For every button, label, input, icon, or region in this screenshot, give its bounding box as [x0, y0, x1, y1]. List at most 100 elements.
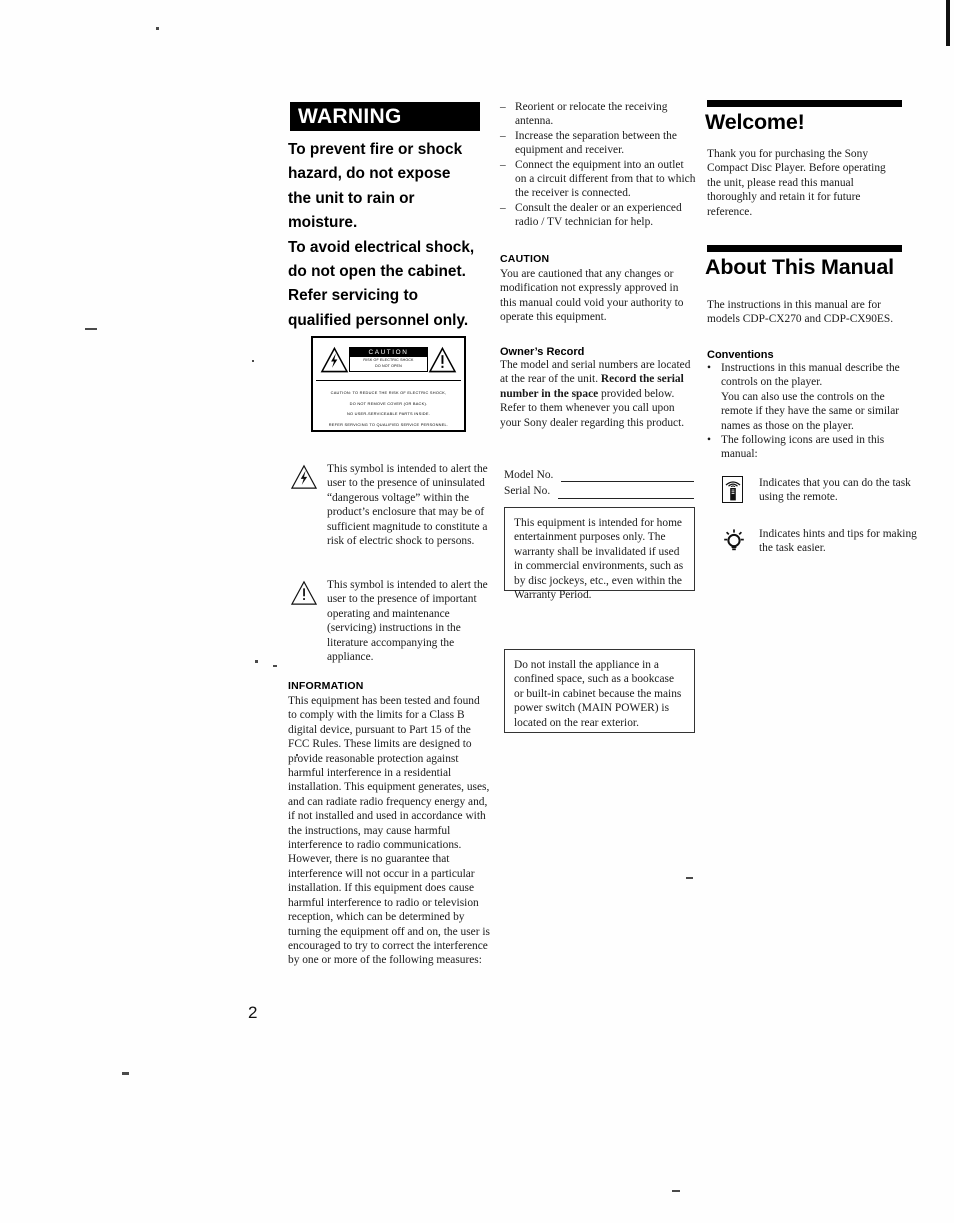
caution-label-bottom-text: CAUTION: TO REDUCE THE RISK OF ELECTRIC … [316, 381, 461, 430]
warning-title: WARNING [298, 105, 402, 128]
icon-wrapper [722, 527, 748, 560]
dash-marker: – [500, 101, 506, 113]
caution-word: CAUTION [349, 347, 428, 357]
icon-wrapper [290, 462, 318, 548]
installation-note-box: Do not install the appliance in a confin… [504, 649, 695, 733]
bullet-marker: • [707, 362, 711, 374]
list-item: – Increase the separation between the eq… [500, 129, 696, 158]
model-number-field[interactable]: Model No. [504, 468, 694, 483]
welcome-text: Thank you for purchasing the Sony Compac… [707, 148, 886, 218]
remedy-text: Consult the dealer or an experienced rad… [515, 201, 682, 229]
scan-speck [252, 360, 254, 362]
owners-record-section: Owner’s Record The model and serial numb… [500, 346, 696, 430]
model-number-label: Model No. [504, 469, 554, 481]
convention-continuation: You can also use the controls on the rem… [721, 390, 900, 432]
model-number-value[interactable] [561, 470, 694, 483]
icon-wrapper [722, 476, 748, 503]
conventions-list: • Instructions in this manual describe t… [707, 361, 902, 390]
convention-text: The following icons are used in this man… [721, 434, 885, 461]
owners-record-text: The model and serial numbers are located… [500, 358, 696, 430]
caution-heading: CAUTION [500, 253, 550, 265]
welcome-heading: Welcome! [705, 110, 805, 134]
serial-number-label: Serial No. [504, 485, 551, 498]
serial-number-field[interactable]: Serial No. [504, 484, 694, 499]
tip-icon-text: Indicates hints and tips for making the … [759, 528, 917, 555]
conventions-list-2: • The following icons are used in this m… [707, 433, 902, 462]
scan-speck [255, 660, 258, 663]
information-section: INFORMATION This equipment has been test… [288, 680, 490, 968]
scan-speck [273, 665, 277, 667]
dash-marker: – [500, 158, 506, 171]
caution-section: CAUTION You are cautioned that any chang… [500, 253, 696, 325]
caution-sub-line: DO NOT OPEN [375, 363, 402, 368]
list-item: • Instructions in this manual describe t… [707, 361, 902, 390]
lightning-bolt-triangle-icon [290, 464, 318, 489]
exclamation-triangle-icon [290, 580, 318, 605]
remote-icon-legend: Indicates that you can do the task using… [722, 476, 917, 505]
caution-sub-text: RISK OF ELECTRIC SHOCK DO NOT OPEN [350, 357, 427, 371]
warning-line: moisture. [288, 214, 358, 232]
list-item: • The following icons are used in this m… [707, 433, 902, 462]
scan-speck [85, 328, 97, 330]
icon-wrapper [290, 578, 318, 664]
about-manual-text: The instructions in this manual are for … [707, 299, 894, 326]
list-item: – Connect the equipment into an outlet o… [500, 158, 696, 201]
remedy-text: Reorient or relocate the receiving anten… [515, 101, 668, 128]
warning-line: To prevent fire or shock [288, 141, 463, 158]
remedy-text: Increase the separation between the equi… [515, 129, 677, 157]
serial-number-value[interactable] [558, 487, 694, 499]
scan-speck [672, 1190, 680, 1192]
record-fields: Model No. Serial No. [504, 466, 694, 499]
signal-waves-icon [725, 481, 740, 487]
warning-line: Refer servicing to [288, 287, 419, 305]
remote-icon-text: Indicates that you can do the task using… [759, 477, 911, 504]
warning-line: qualified personnel only. [288, 311, 469, 329]
remote-body-icon [729, 488, 736, 501]
convention-text: Instructions in this manual describe the… [721, 362, 900, 389]
bullet-marker: • [707, 434, 711, 447]
information-text: This equipment has been tested and found… [288, 695, 490, 967]
owners-record-heading: Owner’s Record [500, 346, 585, 358]
remedy-list: – Reorient or relocate the receiving ant… [500, 100, 696, 230]
warning-line: the unit to rain or [288, 189, 415, 207]
warning-text: To prevent fire or shock hazard, do not … [288, 138, 496, 333]
information-heading: INFORMATION [288, 680, 364, 692]
remote-control-icon [722, 476, 743, 503]
warranty-note-text: This equipment is intended for home ente… [514, 517, 684, 602]
installation-note-text: Do not install the appliance in a confin… [514, 659, 682, 729]
lightning-symbol-explanation: This symbol is intended to alert the use… [290, 462, 498, 548]
scanned-manual-page: WARNING To prevent fire or shock hazard,… [0, 0, 954, 1223]
conventions-heading: Conventions [707, 349, 774, 361]
warning-line: To avoid electrical shock, [288, 238, 475, 256]
exclamation-symbol-explanation: This symbol is intended to alert the use… [290, 578, 498, 664]
about-manual-heading: About This Manual [705, 255, 894, 279]
caution-label-graphic: CAUTION RISK OF ELECTRIC SHOCK DO NOT OP… [311, 336, 466, 432]
lightning-bolt-triangle-icon [320, 346, 349, 372]
dash-marker: – [500, 129, 506, 142]
caution-bottom-line: CAUTION: TO REDUCE THE RISK OF ELECTRIC … [330, 390, 447, 395]
lightbulb-tip-icon [724, 529, 744, 551]
caution-bottom-line: NO USER-SERVICEABLE PARTS INSIDE. [346, 411, 431, 417]
caution-bottom-line: REFER SERVICING TO QUALIFIED SERVICE PER… [328, 421, 449, 427]
lightning-symbol-text: This symbol is intended to alert the use… [327, 463, 488, 548]
warning-line: hazard, do not expose [288, 165, 451, 183]
caution-bottom-line: DO NOT REMOVE COVER (OR BACK). [349, 400, 428, 406]
remedy-text: Connect the equipment into an outlet on … [515, 158, 696, 200]
scan-speck [122, 1072, 129, 1075]
conventions-section: Conventions • Instructions in this manua… [707, 349, 902, 462]
warning-line: do not open the cabinet. [288, 263, 466, 281]
page-number: 2 [248, 1003, 258, 1022]
dash-marker: – [500, 201, 506, 214]
list-item: – Consult the dealer or an experienced r… [500, 201, 696, 230]
warning-banner: WARNING [290, 102, 480, 131]
caution-label-top-row: CAUTION RISK OF ELECTRIC SHOCK DO NOT OP… [316, 341, 461, 381]
caution-text: You are cautioned that any changes or mo… [500, 268, 684, 324]
welcome-rule [707, 100, 902, 107]
scan-edge-mark [946, 0, 950, 46]
list-item: – Reorient or relocate the receiving ant… [500, 100, 696, 129]
tip-icon-legend: Indicates hints and tips for making the … [722, 527, 917, 560]
fcc-remedies-list: – Reorient or relocate the receiving ant… [500, 100, 696, 230]
caution-word-box: CAUTION RISK OF ELECTRIC SHOCK DO NOT OP… [348, 346, 429, 373]
about-manual-rule [707, 245, 902, 252]
exclamation-symbol-text: This symbol is intended to alert the use… [327, 579, 488, 664]
